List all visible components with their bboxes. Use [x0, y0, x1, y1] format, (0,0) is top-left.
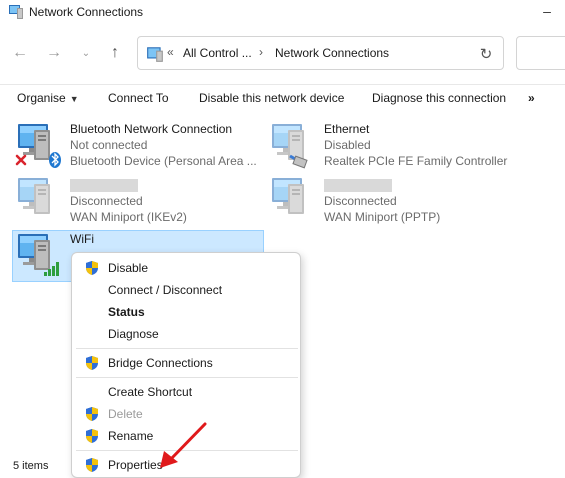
- arrow-left-icon[interactable]: ←: [9, 42, 31, 64]
- uac-shield-icon: [86, 458, 98, 472]
- breadcrumb-all-control-panel[interactable]: All Control ...: [183, 46, 252, 60]
- network-connections-icon: [9, 5, 23, 19]
- uac-shield-icon: [86, 407, 98, 421]
- context-menu: Disable Connect / Disconnect Status Diag…: [71, 252, 301, 478]
- connection-status: Disconnected: [324, 194, 397, 208]
- address-bar[interactable]: « All Control ... › Network Connections …: [137, 36, 504, 70]
- network-icon: [18, 178, 50, 214]
- menu-item-connect-disconnect[interactable]: Connect / Disconnect: [76, 279, 298, 301]
- menu-item-rename[interactable]: Rename: [76, 425, 298, 447]
- breadcrumb-network-connections[interactable]: Network Connections: [275, 46, 389, 60]
- connection-item-ethernet[interactable]: Ethernet Disabled Realtek PCIe FE Family…: [268, 122, 518, 174]
- chevron-down-icon[interactable]: ⌄: [75, 42, 97, 64]
- menu-item-label: Status: [108, 305, 145, 319]
- window-title: Network Connections: [29, 5, 144, 19]
- connection-status: Not connected: [70, 138, 148, 152]
- menu-item-delete: Delete: [76, 403, 298, 425]
- uac-shield-icon: [86, 429, 98, 443]
- connection-name: Bluetooth Network Connection: [70, 122, 233, 136]
- menu-item-bridge-connections[interactable]: Bridge Connections: [76, 352, 298, 374]
- navigation-bar: ← → ⌄ ↑ « All Control ... › Network Conn…: [0, 34, 565, 74]
- menu-separator: [76, 348, 298, 349]
- menu-item-label: Connect / Disconnect: [108, 283, 223, 297]
- network-icon: [272, 178, 304, 214]
- menu-separator: [76, 377, 298, 378]
- connection-status: Disabled: [324, 138, 371, 152]
- connection-device: WAN Miniport (IKEv2): [70, 210, 187, 224]
- menu-item-disable[interactable]: Disable: [76, 257, 298, 279]
- disable-device-button[interactable]: Disable this network device: [199, 91, 344, 105]
- arrow-up-icon[interactable]: ↑: [104, 42, 126, 64]
- menu-separator: [76, 450, 298, 451]
- control-panel-icon: [147, 47, 163, 62]
- connection-item-wan-pptp[interactable]: Disconnected WAN Miniport (PPTP): [268, 176, 518, 228]
- breadcrumb-separator[interactable]: ›: [259, 45, 263, 59]
- menu-item-label: Disable: [108, 261, 149, 275]
- command-bar: Organise ▼ Connect To Disable this networ…: [0, 84, 565, 110]
- organise-label: Organise: [17, 91, 66, 105]
- refresh-icon[interactable]: ↻: [476, 44, 496, 64]
- menu-item-status[interactable]: Status: [76, 301, 298, 323]
- menu-item-label: Create Shortcut: [108, 385, 193, 399]
- connection-name: WiFi: [70, 232, 94, 246]
- connection-name: Ethernet: [324, 122, 370, 136]
- menu-item-label: Delete: [108, 407, 143, 421]
- uac-shield-icon: [86, 356, 98, 370]
- breadcrumb-overflow[interactable]: «: [167, 45, 174, 59]
- connect-to-button[interactable]: Connect To: [108, 91, 169, 105]
- connection-device: Bluetooth Device (Personal Area ...: [70, 154, 257, 168]
- menu-item-label: Bridge Connections: [108, 356, 213, 370]
- diagnose-connection-button[interactable]: Diagnose this connection: [372, 91, 506, 105]
- menu-item-properties[interactable]: Properties: [76, 454, 298, 476]
- item-count: 5 items: [13, 460, 49, 472]
- connection-status: Disconnected: [70, 194, 143, 208]
- bluetooth-network-icon: [15, 124, 61, 168]
- connection-item-wan-ikev2[interactable]: Disconnected WAN Miniport (IKEv2): [14, 176, 264, 228]
- menu-item-label: Properties: [108, 458, 163, 472]
- connection-device: Realtek PCIe FE Family Controller: [324, 154, 508, 168]
- uac-shield-icon: [86, 261, 98, 275]
- toolbar-overflow-button[interactable]: »: [528, 91, 535, 105]
- redacted-name: [324, 179, 392, 192]
- menu-item-create-shortcut[interactable]: Create Shortcut: [76, 381, 298, 403]
- wifi-network-icon: [18, 234, 59, 276]
- caret-down-icon: ▼: [69, 94, 79, 104]
- menu-item-diagnose[interactable]: Diagnose: [76, 323, 298, 345]
- title-bar: Network Connections –: [0, 0, 565, 26]
- connection-device: WAN Miniport (PPTP): [324, 210, 441, 224]
- search-input[interactable]: [516, 36, 565, 70]
- menu-item-label: Rename: [108, 429, 154, 443]
- redacted-name: [70, 179, 138, 192]
- organise-menu-button[interactable]: Organise ▼: [17, 91, 79, 105]
- minimize-icon[interactable]: –: [537, 2, 557, 20]
- ethernet-network-icon: [272, 124, 308, 169]
- arrow-right-icon[interactable]: →: [43, 42, 65, 64]
- connection-item-bluetooth[interactable]: Bluetooth Network Connection Not connect…: [14, 122, 264, 174]
- menu-item-label: Diagnose: [108, 327, 159, 341]
